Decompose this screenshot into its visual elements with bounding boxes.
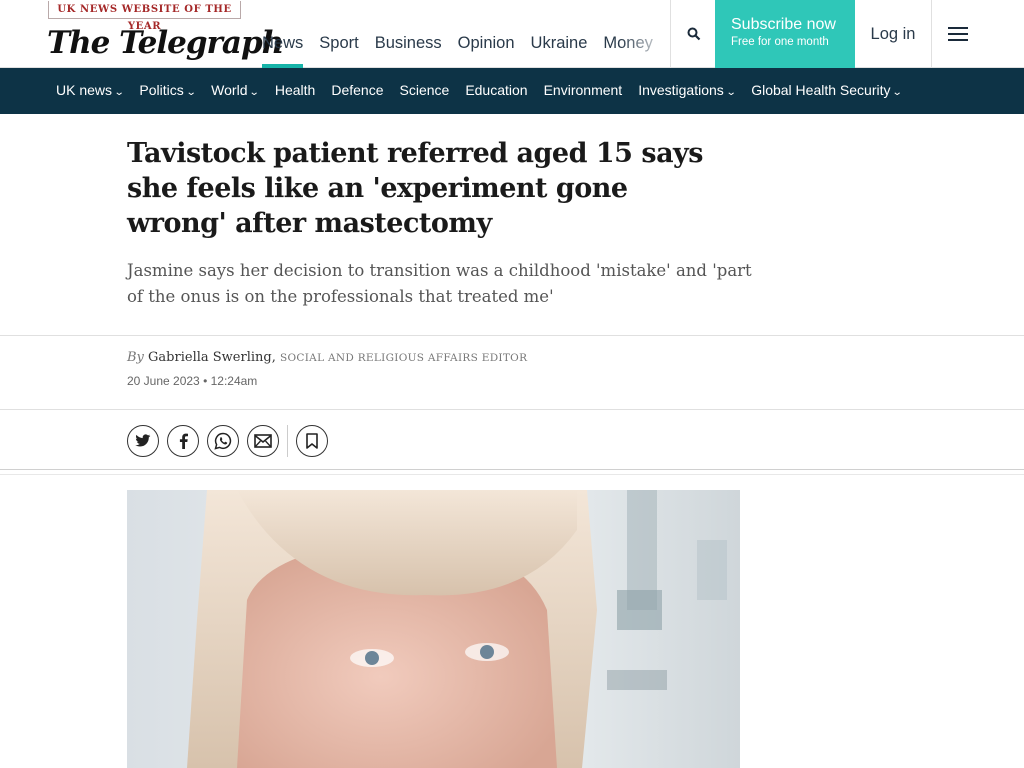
section-item-science[interactable]: Science [400, 68, 450, 115]
section-label: Science [399, 82, 450, 98]
author-link[interactable]: Gabriella Swerling, [148, 350, 276, 365]
divider [0, 335, 1024, 336]
menu-button[interactable] [932, 0, 984, 68]
section-item-world[interactable]: World ⌄ [211, 68, 261, 115]
subscribe-button[interactable]: Subscribe now Free for one month [715, 0, 855, 68]
share-twitter-button[interactable] [127, 425, 159, 457]
chevron-down-icon: ⌄ [892, 87, 904, 98]
award-badge: UK NEWS WEBSITE OF THE YEAR [48, 1, 241, 32]
nav-item-business[interactable]: Business [375, 0, 442, 68]
site-header: UK NEWS WEBSITE OF THE YEAR The Telegrap… [0, 0, 1024, 68]
section-label: Investigations [638, 82, 724, 98]
divider [0, 474, 1024, 475]
section-label: Defence [331, 82, 384, 98]
nav-item-opinion[interactable]: Opinion [458, 0, 515, 68]
divider [0, 409, 1024, 410]
share-email-button[interactable] [247, 425, 279, 457]
section-item-uk-news[interactable]: UK news ⌄ [56, 68, 125, 115]
facebook-icon [179, 433, 188, 449]
login-button[interactable]: Log in [855, 0, 932, 68]
bookmark-button[interactable] [296, 425, 328, 457]
section-label: Politics [139, 82, 184, 98]
nav-item-ukraine[interactable]: Ukraine [531, 0, 588, 68]
nav-fade [620, 0, 670, 67]
article-lead-image[interactable] [127, 490, 740, 768]
whatsapp-icon [214, 432, 232, 450]
email-icon [254, 434, 272, 448]
section-label: Global Health Security [751, 82, 891, 98]
twitter-icon [135, 434, 151, 447]
chevron-down-icon: ⌄ [249, 87, 261, 98]
section-item-health[interactable]: Health [275, 68, 315, 115]
nav-item-sport[interactable]: Sport [319, 0, 358, 68]
portrait-photo [127, 490, 740, 768]
section-item-investigations[interactable]: Investigations ⌄ [638, 68, 737, 115]
article-standfirst: Jasmine says her decision to transition … [127, 261, 752, 306]
search-icon [687, 27, 700, 41]
byline-prefix: By [127, 350, 144, 365]
nav-item-news[interactable]: News [262, 0, 304, 68]
share-bar [127, 425, 336, 457]
chevron-down-icon: ⌄ [113, 87, 125, 98]
subscribe-subtitle: Free for one month [731, 36, 829, 48]
section-label: World [211, 82, 248, 98]
section-item-politics[interactable]: Politics ⌄ [139, 68, 197, 115]
share-whatsapp-button[interactable] [207, 425, 239, 457]
section-item-education[interactable]: Education [465, 68, 527, 115]
divider [0, 469, 1024, 470]
section-label: Education [465, 82, 528, 98]
site-logo[interactable]: The Telegraph [47, 25, 284, 61]
chevron-down-icon: ⌄ [725, 87, 737, 98]
section-item-environment[interactable]: Environment [544, 68, 623, 115]
section-item-global-health-security[interactable]: Global Health Security ⌄ [751, 68, 904, 115]
chevron-down-icon: ⌄ [185, 87, 197, 98]
search-button[interactable] [670, 0, 716, 68]
bookmark-icon [306, 433, 318, 449]
section-label: Health [274, 82, 316, 98]
author-role: Social and Religious Affairs Editor [280, 352, 528, 364]
section-label: UK news [56, 82, 113, 98]
share-divider [287, 425, 288, 457]
article-headline: Tavistock patient referred aged 15 says … [127, 138, 703, 239]
share-facebook-button[interactable] [167, 425, 199, 457]
hamburger-menu-icon [948, 27, 968, 41]
main-nav: News Sport Business Opinion Ukraine Mone… [262, 0, 657, 68]
byline: By Gabriella Swerling, Social and Religi… [127, 350, 527, 365]
section-nav: UK news ⌄ Politics ⌄ World ⌄ Health Defence… [0, 68, 1024, 114]
section-label: Environment [543, 82, 623, 98]
subscribe-title: Subscribe now [731, 16, 836, 33]
publish-date: 20 June 2023 • 12:24am [127, 374, 258, 388]
section-item-defence[interactable]: Defence [331, 68, 383, 115]
